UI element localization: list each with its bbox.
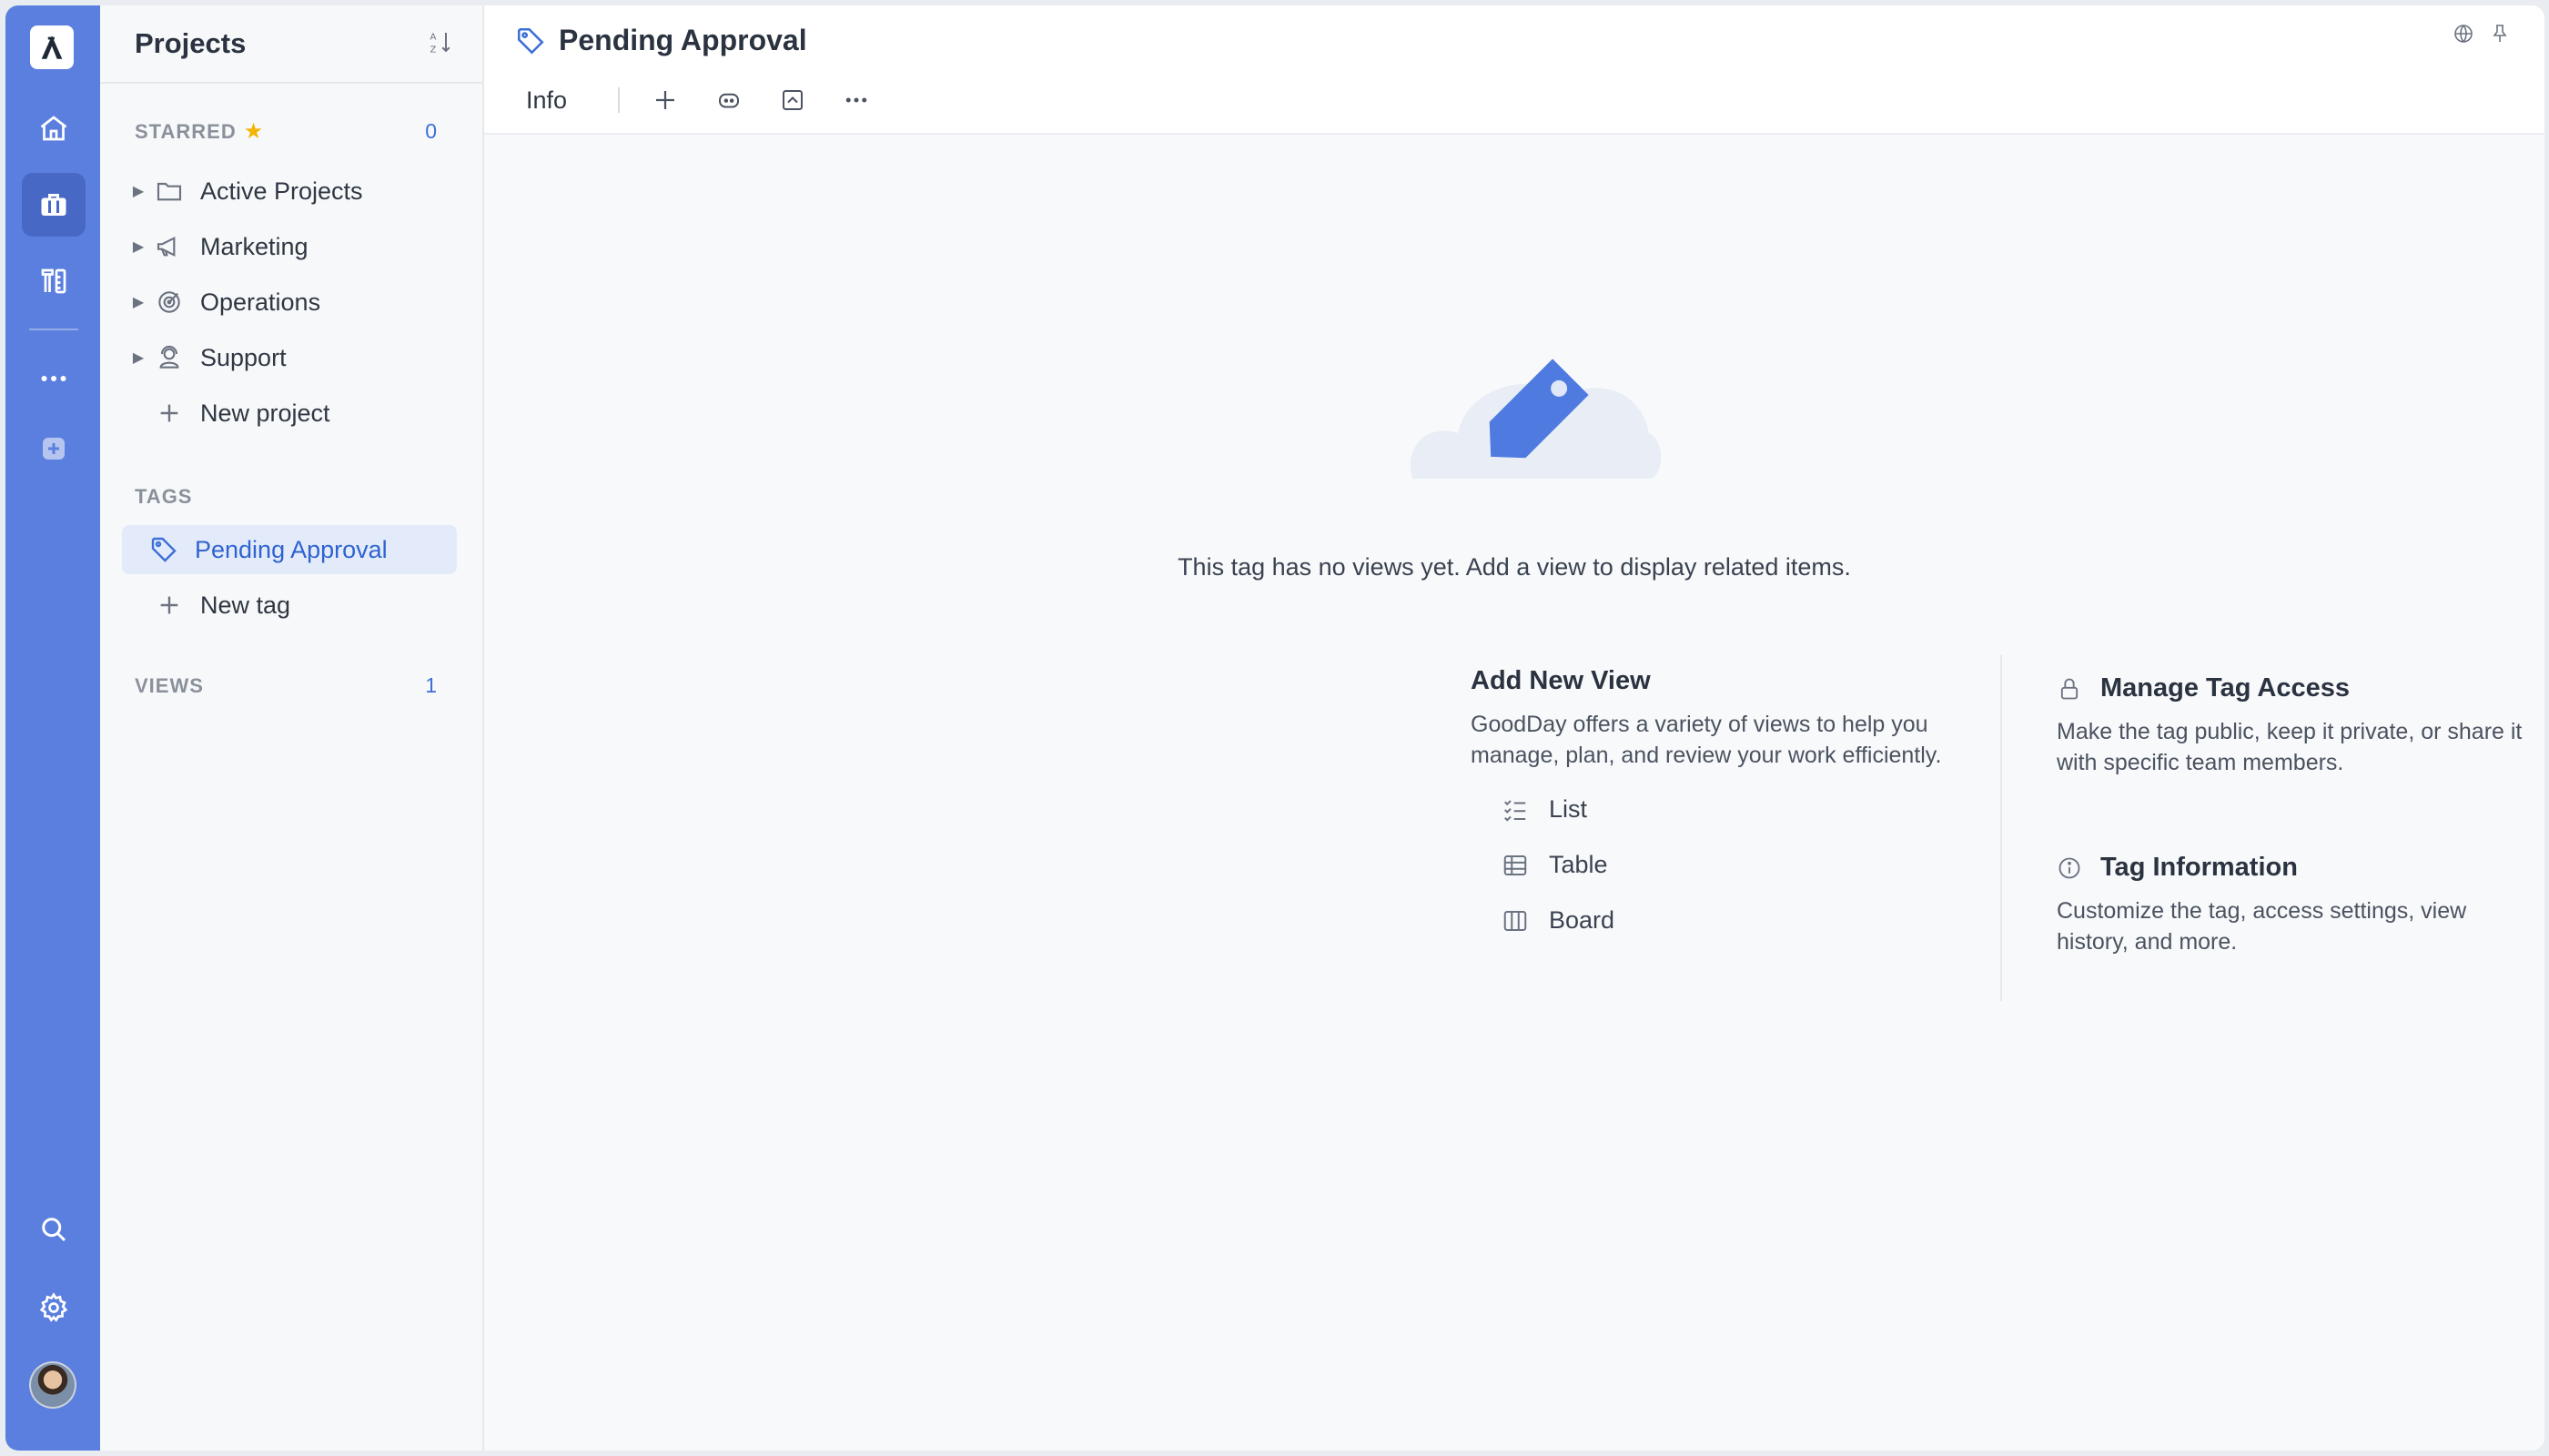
tag-information-block[interactable]: Tag Information Customize the tag, acces… xyxy=(2057,853,2530,957)
ai-robot-icon[interactable] xyxy=(709,80,749,120)
add-view-plus-icon[interactable] xyxy=(645,80,685,120)
settings-gear-icon[interactable] xyxy=(22,1276,86,1340)
views-count: 1 xyxy=(425,673,437,697)
app-rail xyxy=(5,5,100,1451)
table-icon xyxy=(1503,854,1527,875)
tags-section: TAGS xyxy=(135,485,437,509)
panel-header: Projects AZ xyxy=(100,5,482,84)
sort-az-icon[interactable]: AZ xyxy=(428,28,455,60)
add-new-view-section: Add New View GoodDay offers a variety of… xyxy=(1471,666,1980,948)
new-project-label: New project xyxy=(200,399,330,427)
app-logo[interactable] xyxy=(30,25,74,69)
expand-caret-icon[interactable]: ▶ xyxy=(127,238,149,256)
title-row: Pending Approval xyxy=(515,24,807,57)
star-icon: ★ xyxy=(243,119,265,144)
target-icon xyxy=(151,284,187,320)
view-option-label: Table xyxy=(1549,851,1608,878)
add-new-view-title: Add New View xyxy=(1471,666,1651,695)
more-icon[interactable] xyxy=(22,347,86,410)
starred-label: STARRED xyxy=(135,120,237,143)
plus-icon xyxy=(151,587,187,623)
manage-access-description: Make the tag public, keep it private, or… xyxy=(2057,719,2523,775)
panel-title: Projects xyxy=(135,27,247,59)
support-agent-icon xyxy=(151,339,187,376)
empty-state-message: This tag has no views yet. Add a view to… xyxy=(1178,553,1851,581)
tag-info-title: Tag Information xyxy=(2100,853,2298,882)
starred-section[interactable]: STARRED ★ 0 xyxy=(135,118,437,145)
new-project-button[interactable]: New project xyxy=(127,389,464,438)
tools-icon[interactable] xyxy=(22,249,86,313)
project-label: Operations xyxy=(200,288,321,316)
tag-icon xyxy=(146,531,182,568)
view-option-label: Board xyxy=(1549,906,1615,934)
column-divider xyxy=(2000,655,2002,1001)
topbar: Pending Approval Info xyxy=(484,5,2544,135)
tag-pending-approval[interactable]: Pending Approval xyxy=(122,525,457,574)
project-marketing[interactable]: ▶ Marketing xyxy=(127,222,464,271)
view-option-label: List xyxy=(1549,795,1588,823)
project-operations[interactable]: ▶ Operations xyxy=(127,278,464,327)
search-icon[interactable] xyxy=(22,1198,86,1261)
project-label: Marketing xyxy=(200,232,309,260)
svg-text:A: A xyxy=(430,32,437,42)
logo-mark-icon xyxy=(41,35,63,59)
home-icon[interactable] xyxy=(22,96,86,160)
add-new-view-description: GoodDay offers a variety of views to hel… xyxy=(1471,712,1942,768)
main-content: Pending Approval Info This tag has no vi… xyxy=(484,5,2544,1451)
page-title: Pending Approval xyxy=(559,24,807,56)
starred-count: 0 xyxy=(425,119,437,143)
globe-icon[interactable] xyxy=(2450,20,2477,47)
add-list-view-button[interactable]: List xyxy=(1471,782,1980,837)
add-icon[interactable] xyxy=(22,417,86,480)
user-avatar[interactable] xyxy=(29,1361,76,1409)
toolbar: Info xyxy=(511,80,900,120)
view-options: List Table Board xyxy=(1471,782,1980,948)
megaphone-icon xyxy=(151,228,187,265)
expand-caret-icon[interactable]: ▶ xyxy=(127,349,149,367)
svg-text:Z: Z xyxy=(430,45,437,55)
add-table-view-button[interactable]: Table xyxy=(1471,837,1980,893)
rail-divider xyxy=(29,329,78,330)
tab-info[interactable]: Info xyxy=(511,86,585,115)
folder-icon xyxy=(151,173,187,209)
projects-panel: Projects AZ STARRED ★ 0 ▶ Active Projects… xyxy=(100,5,484,1451)
tag-cloud-illustration xyxy=(1411,359,1662,479)
pin-icon[interactable] xyxy=(2486,20,2514,47)
tag-info-description: Customize the tag, access settings, view… xyxy=(2057,898,2467,955)
new-tag-button[interactable]: New tag xyxy=(127,581,464,630)
views-section[interactable]: VIEWS 1 xyxy=(135,673,437,698)
app-window: Projects AZ STARRED ★ 0 ▶ Active Projects… xyxy=(5,5,2544,1451)
add-board-view-button[interactable]: Board xyxy=(1471,893,1980,948)
tag-icon xyxy=(517,27,544,55)
tag-actions-section: Manage Tag Access Make the tag public, k… xyxy=(2057,673,2530,957)
project-support[interactable]: ▶ Support xyxy=(127,333,464,382)
expand-caret-icon[interactable]: ▶ xyxy=(127,182,149,200)
manage-access-title: Manage Tag Access xyxy=(2100,673,2350,703)
project-active-projects[interactable]: ▶ Active Projects xyxy=(127,167,464,216)
board-icon xyxy=(1503,910,1527,931)
more-options-icon[interactable] xyxy=(836,80,876,120)
plus-icon xyxy=(151,395,187,431)
lock-icon xyxy=(2060,678,2079,699)
collapse-panel-icon[interactable] xyxy=(773,80,813,120)
tags-label: TAGS xyxy=(135,485,193,508)
toolbar-divider xyxy=(618,87,621,113)
project-label: Support xyxy=(200,343,287,371)
views-label: VIEWS xyxy=(135,673,204,697)
project-label: Active Projects xyxy=(200,177,363,205)
new-tag-label: New tag xyxy=(200,591,291,619)
tag-label: Pending Approval xyxy=(195,535,388,563)
corner-icons xyxy=(2441,20,2514,47)
expand-caret-icon[interactable]: ▶ xyxy=(127,293,149,311)
projects-briefcase-icon[interactable] xyxy=(22,173,86,237)
info-icon xyxy=(2058,857,2080,878)
manage-tag-access-block[interactable]: Manage Tag Access Make the tag public, k… xyxy=(2057,673,2530,778)
list-icon xyxy=(1504,799,1526,822)
